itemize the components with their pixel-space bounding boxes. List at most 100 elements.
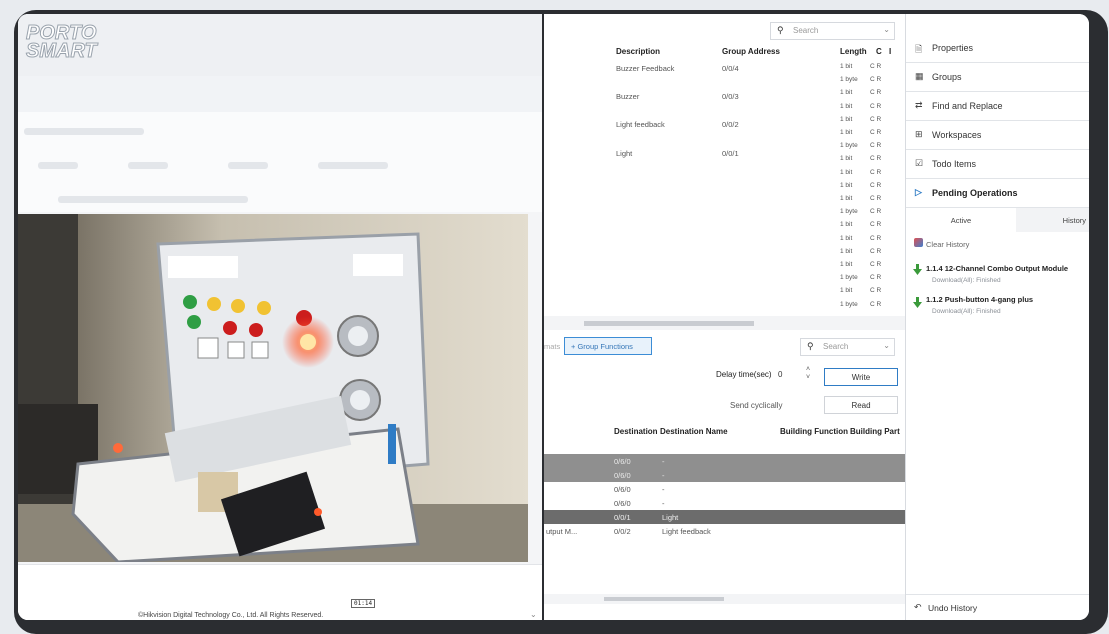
col-description[interactable]: Description [616, 47, 660, 56]
table-row[interactable]: 0/6/0 - [544, 468, 905, 482]
undo-history-button[interactable]: ↶ Undo History [906, 594, 1089, 620]
panel-groups[interactable]: ▦ Groups [906, 63, 1089, 92]
pending-tabs: Active History [906, 208, 1089, 232]
panel-todo-items[interactable]: ☑ Todo Items [906, 150, 1089, 179]
flags-cell: C R [870, 221, 882, 229]
scroll-thumb[interactable] [604, 597, 724, 601]
length-cell: 1 bit [840, 181, 853, 189]
panel-find-replace[interactable]: ⇄ Find and Replace [906, 92, 1089, 121]
flags-cell: C R [870, 168, 882, 176]
flags-cell: C R [870, 287, 882, 295]
length-cell: 1 bit [840, 102, 853, 110]
row-description[interactable]: Buzzer [616, 92, 639, 101]
col-length[interactable]: Length [840, 47, 867, 56]
send-cyclically-button[interactable]: Send cyclically [730, 401, 782, 410]
delay-time-input[interactable]: 0 [778, 370, 782, 379]
table-row[interactable]: utput M... 0/0/2 Light feedback [544, 524, 905, 538]
tab-active[interactable]: Active [906, 208, 1016, 232]
viewer-tabs-blur [18, 112, 542, 212]
delay-spinner[interactable]: ˄ ˅ [806, 366, 810, 382]
length-cell: 1 bit [840, 261, 853, 268]
history-item-status: Download(All): Finished [932, 308, 1001, 315]
col-group-address[interactable]: Group Address [722, 47, 780, 56]
play-icon: ▷ [915, 187, 922, 197]
length-cell: 1 bit [840, 129, 853, 136]
history-item-title[interactable]: 1.1.4 12-Channel Combo Output Module [926, 264, 1086, 273]
scroll-thumb[interactable] [584, 321, 754, 326]
length-cell: 1 byte [840, 142, 858, 150]
read-button[interactable]: Read [824, 396, 898, 414]
flags-cell: C R [870, 274, 882, 282]
viewer-nav-blur [18, 76, 542, 112]
todo-icon: ☑ [915, 158, 924, 168]
col-destination-name[interactable]: Destination Name [660, 427, 728, 436]
col-building-part[interactable]: Building Part [850, 427, 900, 436]
table-row-selected[interactable]: 0/0/1 Light [544, 510, 905, 524]
flags-cell: C R [870, 115, 882, 123]
chevron-down-icon[interactable]: ⌄ [530, 610, 537, 619]
flags-cell: C R [870, 89, 882, 97]
col-building-function[interactable]: Building Function [780, 427, 848, 436]
download-arrow-icon [913, 264, 922, 275]
row-description[interactable]: Buzzer Feedback [616, 64, 674, 73]
flags-cell: C R [870, 102, 882, 110]
find-replace-icon: ⇄ [915, 100, 923, 110]
write-button[interactable]: Write [824, 368, 898, 386]
screen: PORTO SMART 01:14 ©Hikvision Digital Tec… [18, 14, 1089, 620]
row-group-address[interactable]: 0/0/2 [722, 120, 739, 129]
tab-history[interactable]: History [1016, 208, 1089, 232]
row-group-address[interactable]: 0/0/4 [722, 64, 739, 73]
groups-icon: ▦ [915, 71, 924, 81]
download-arrow-icon [913, 297, 922, 308]
table-row[interactable]: 0/6/0 - [544, 482, 905, 496]
length-cell: 1 byte [840, 208, 858, 216]
table-row[interactable]: 0/6/0 - [544, 496, 905, 510]
length-cell: 1 byte [840, 274, 858, 282]
bottom-search-input[interactable]: ⚲ Search ⌄ [800, 338, 895, 356]
knx-demo-case-image [18, 214, 528, 562]
flags-cell: C R [870, 247, 882, 255]
row-group-address[interactable]: 0/0/1 [722, 149, 739, 158]
col-destination[interactable]: Destination [614, 427, 658, 436]
length-cell: 1 bit [840, 89, 853, 97]
length-cell: 1 bit [840, 63, 853, 70]
chevron-down-icon[interactable]: ⌄ [883, 25, 890, 34]
history-item-status: Download(All): Finished [932, 277, 1001, 284]
flags-cell: C R [870, 155, 882, 163]
table-row[interactable]: 0/6/0 - [544, 454, 905, 468]
chevron-down-icon[interactable]: ⌄ [883, 341, 890, 350]
length-cell: 1 bit [840, 234, 853, 242]
undo-icon: ↶ [914, 602, 922, 612]
camera-feed [18, 214, 528, 562]
col-c[interactable]: C [876, 47, 882, 56]
row-description[interactable]: Light feedback [616, 120, 665, 129]
col-i[interactable]: I [889, 47, 891, 56]
flags-cell: C R [870, 300, 882, 308]
length-cell: 1 bit [840, 168, 853, 176]
panel-workspaces[interactable]: ⊞ Workspaces [906, 121, 1089, 150]
history-item-title[interactable]: 1.1.2 Push-button 4-gang plus [926, 295, 1086, 304]
bottom-horizontal-scrollbar[interactable] [544, 594, 905, 604]
document-icon: 🗎 [915, 44, 923, 54]
length-cell: 1 bit [840, 287, 853, 295]
panel-properties[interactable]: 🗎 Properties [906, 34, 1089, 63]
panel-pending-operations[interactable]: ▷ Pending Operations [906, 179, 1089, 208]
row-description[interactable]: Light [616, 149, 632, 158]
flags-cell: C R [870, 261, 882, 268]
camera-viewer: PORTO SMART 01:14 ©Hikvision Digital Tec… [18, 14, 542, 620]
tab-previous[interactable]: mats [544, 342, 560, 351]
eraser-icon [914, 238, 923, 247]
group-search-input[interactable]: ⚲ Search ⌄ [770, 22, 895, 40]
side-panel: 🗎 Properties ▦ Groups ⇄ Find and Replace… [905, 14, 1089, 620]
flags-cell: C R [870, 208, 882, 216]
search-icon: ⚲ [807, 341, 814, 351]
row-group-address[interactable]: 0/0/3 [722, 92, 739, 101]
tab-group-functions[interactable]: + Group Functions [564, 337, 652, 355]
delay-time-label: Delay time(sec) [716, 370, 772, 379]
porto-smart-logo: PORTO SMART [26, 22, 98, 62]
flags-cell: C R [870, 195, 882, 202]
playback-time: 01:14 [351, 599, 376, 608]
flags-cell: C R [870, 63, 882, 70]
horizontal-scrollbar[interactable] [544, 316, 905, 330]
clear-history-button[interactable]: Clear History [926, 240, 969, 249]
